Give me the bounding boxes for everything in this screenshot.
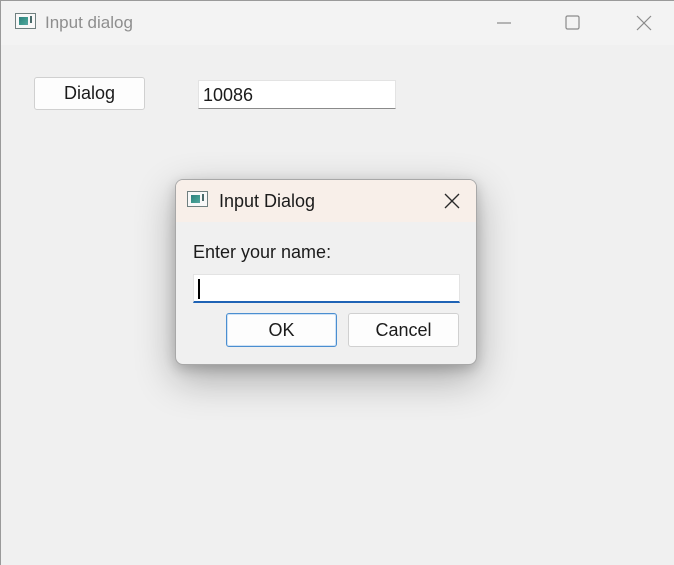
result-field[interactable]: 10086 xyxy=(198,80,396,109)
cancel-button[interactable]: Cancel xyxy=(348,313,459,347)
close-icon xyxy=(444,193,460,209)
input-dialog: Input Dialog Enter your name: OK Cancel xyxy=(175,179,477,365)
dialog-title: Input Dialog xyxy=(219,191,316,211)
main-window: Input dialog Dialog 10086 Input Dialog E… xyxy=(0,0,674,565)
dialog-button[interactable]: Dialog xyxy=(34,77,145,110)
prompt-label: Enter your name: xyxy=(193,242,332,262)
name-input[interactable] xyxy=(193,274,460,303)
minimize-button[interactable] xyxy=(469,1,539,45)
dialog-close-button[interactable] xyxy=(431,180,476,222)
close-button[interactable] xyxy=(607,1,674,45)
dialog-app-icon xyxy=(187,191,208,207)
text-caret xyxy=(198,279,200,299)
app-icon xyxy=(15,13,36,29)
window-title: Input dialog xyxy=(45,13,133,32)
close-icon xyxy=(636,15,652,31)
minimize-icon xyxy=(497,22,511,24)
maximize-icon xyxy=(565,15,580,30)
dialog-title-bar[interactable]: Input Dialog xyxy=(176,180,476,222)
title-bar[interactable]: Input dialog xyxy=(1,1,674,45)
ok-button[interactable]: OK xyxy=(226,313,337,347)
maximize-button[interactable] xyxy=(538,1,608,45)
